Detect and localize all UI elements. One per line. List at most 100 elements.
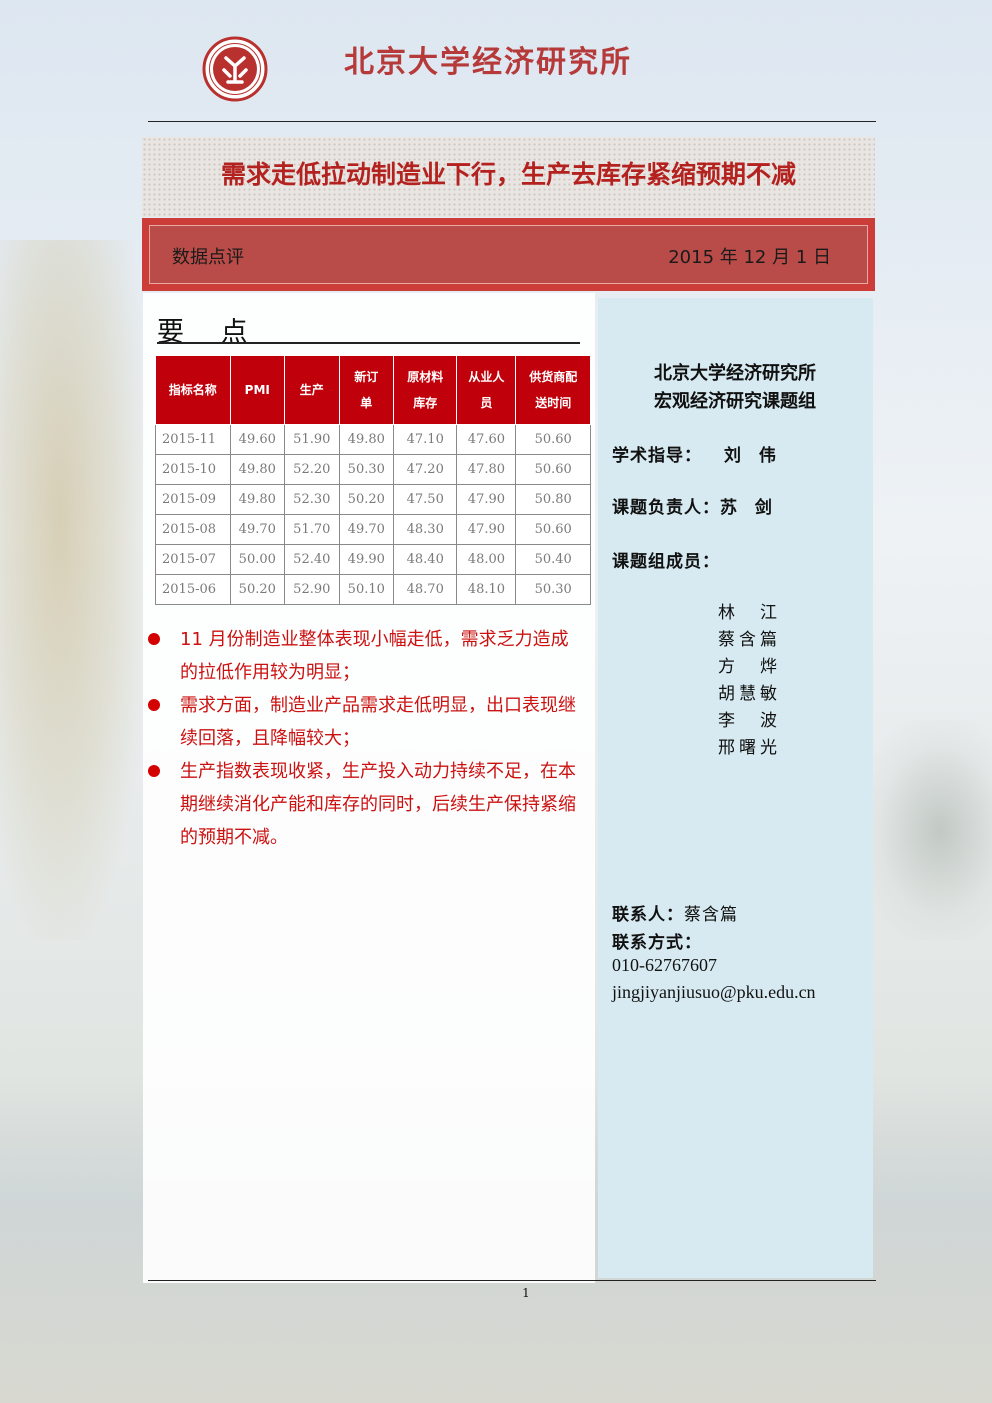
bullet-text: 11 月份制造业整体表现小幅走低，需求乏力造成的拉低作用较为明显； xyxy=(180,629,569,683)
table-cell-value: 48.00 xyxy=(456,544,517,575)
key-points-list: 11 月份制造业整体表现小幅走低，需求乏力造成的拉低作用较为明显； 需求方面，制造… xyxy=(145,623,585,854)
table-cell-value: 50.20 xyxy=(338,484,395,515)
bullet-dot-icon xyxy=(148,633,160,645)
list-item: 11 月份制造业整体表现小幅走低，需求乏力造成的拉低作用较为明显； xyxy=(145,623,585,689)
contact-phone: 010-62767607 xyxy=(612,955,717,975)
table-cell-value: 50.80 xyxy=(515,484,591,515)
lead-name: 苏 剑 xyxy=(720,498,778,518)
pmi-data-table: 指标名称 PMI 生产 新订单原材料 库存 从业人员供货商配 送时间 2015-11 49.6… xyxy=(155,355,591,605)
table-cell-value: 48.10 xyxy=(456,574,517,605)
contact-name: 蔡含篇 xyxy=(684,905,738,925)
bullet-text: 生产指数表现收紧，生产投入动力持续不足，在本期继续消化产能和库存的同时，后续生产… xyxy=(180,761,576,848)
table-cell-value: 47.90 xyxy=(456,514,517,545)
table-cell-value: 47.60 xyxy=(456,424,517,455)
bullet-dot-icon xyxy=(148,699,160,711)
page-number: 1 xyxy=(522,1286,530,1300)
table-cell-value: 50.60 xyxy=(515,424,591,455)
table-cell-value: 50.40 xyxy=(515,544,591,575)
table-row: 2015-07 50.00 52.40 49.90 48.40 48.00 50.40 xyxy=(155,544,591,575)
table-cell-month: 2015-08 xyxy=(155,514,231,545)
contact-email[interactable]: jingjiyanjiusuo@pku.edu.cn xyxy=(612,982,816,1003)
bullet-dot-icon xyxy=(148,765,160,777)
table-cell-value: 50.60 xyxy=(515,454,591,485)
table-cell-value: 49.70 xyxy=(338,514,395,545)
table-cell-value: 49.80 xyxy=(229,484,286,515)
table-header-cell: 供货商配 送时间 xyxy=(515,355,591,425)
advisor-label: 学术指导： xyxy=(612,446,702,466)
table-cell-value: 50.60 xyxy=(515,514,591,545)
org-name-line1: 北京大学经济研究所 xyxy=(654,363,816,384)
lead-label: 课题负责人： xyxy=(612,498,720,518)
member-name: 方 烨 xyxy=(718,657,781,677)
table-cell-value: 49.90 xyxy=(338,544,395,575)
table-header-text: 新订 xyxy=(354,370,379,384)
table-cell-month: 2015-10 xyxy=(155,454,231,485)
table-cell-value: 49.80 xyxy=(229,454,286,485)
members-label: 课题组成员： xyxy=(612,552,720,572)
report-date: 2015 年 12 月 1 日 xyxy=(668,247,831,268)
table-header-cell: 从业人员 xyxy=(456,355,517,425)
member-name: 李 波 xyxy=(718,711,781,731)
member-name: 胡慧敏 xyxy=(718,684,781,704)
table-cell-value: 50.30 xyxy=(338,454,395,485)
table-body: 2015-11 49.60 51.90 49.80 47.10 47.60 50.60 201… xyxy=(155,424,591,605)
report-category: 数据点评 xyxy=(172,247,244,268)
table-header-text: 单 xyxy=(360,396,373,410)
table-cell-value: 50.20 xyxy=(229,574,286,605)
table-header-text: PMI xyxy=(244,383,270,397)
table-header-text: 供货商配 xyxy=(529,370,578,384)
lead-row: 课题负责人：苏 剑 xyxy=(612,493,778,518)
table-cell-value: 49.60 xyxy=(229,424,286,455)
table-header-cell: 原材料 库存 xyxy=(393,355,458,425)
table-cell-month: 2015-06 xyxy=(155,574,231,605)
member-list: 林 江蔡含篇方 烨胡慧敏李 波邢曙光 xyxy=(718,600,781,762)
table-cell-value: 52.40 xyxy=(284,544,340,575)
table-row: 2015-08 49.70 51.70 49.70 48.30 47.90 50.60 xyxy=(155,514,591,545)
footer-divider xyxy=(148,1280,876,1281)
contact-label: 联系人： xyxy=(612,905,684,925)
report-title: 需求走低拉动制造业下行，生产去库存紧缩预期不减 xyxy=(220,160,796,189)
table-header-text: 原材料 xyxy=(407,370,444,384)
list-item: 需求方面，制造业产品需求走低明显，出口表现继续回落，且降幅较大； xyxy=(145,689,585,755)
table-cell-value: 47.20 xyxy=(393,454,458,485)
list-item: 生产指数表现收紧，生产投入动力持续不足，在本期继续消化产能和库存的同时，后续生产… xyxy=(145,755,585,854)
peking-university-seal-icon xyxy=(202,36,268,102)
table-header-cell: 新订单 xyxy=(338,355,395,425)
report-info-bar: 数据点评 2015 年 12 月 1 日 xyxy=(142,218,875,291)
institute-name: 北京大学经济研究所 xyxy=(344,45,632,80)
background-tree-right xyxy=(862,720,992,940)
table-cell-month: 2015-09 xyxy=(155,484,231,515)
table-row: 2015-06 50.20 52.90 50.10 48.70 48.10 50.30 xyxy=(155,574,591,605)
table-header-text: 库存 xyxy=(413,396,438,410)
table-cell-value: 47.90 xyxy=(456,484,517,515)
table-cell-month: 2015-07 xyxy=(155,544,231,575)
table-cell-value: 50.00 xyxy=(229,544,286,575)
title-band: 需求走低拉动制造业下行，生产去库存紧缩预期不减 xyxy=(142,137,875,217)
table-row: 2015-11 49.60 51.90 49.80 47.10 47.60 50.60 xyxy=(155,424,591,455)
org-name-line2: 宏观经济研究课题组 xyxy=(654,391,816,412)
table-cell-value: 51.70 xyxy=(284,514,340,545)
table-cell-value: 51.90 xyxy=(284,424,340,455)
advisor-row: 学术指导： 刘 伟 xyxy=(612,441,782,466)
header-divider xyxy=(148,121,876,122)
report-info-inner: 数据点评 2015 年 12 月 1 日 xyxy=(149,225,868,284)
table-cell-value: 50.30 xyxy=(515,574,591,605)
table-header-text: 生产 xyxy=(299,383,324,397)
key-points-underline xyxy=(157,342,580,344)
table-cell-value: 50.10 xyxy=(338,574,395,605)
table-cell-value: 48.40 xyxy=(393,544,458,575)
table-header-text: 送时间 xyxy=(535,396,572,410)
table-header-text: 指标名称 xyxy=(168,383,217,397)
advisor-name: 刘 伟 xyxy=(724,446,782,466)
table-header-text: 员 xyxy=(480,396,493,410)
table-row: 2015-09 49.80 52.30 50.20 47.50 47.90 50.80 xyxy=(155,484,591,515)
sidebar-org: 北京大学经济研究所 宏观经济研究课题组 xyxy=(610,360,860,416)
bullet-text: 需求方面，制造业产品需求走低明显，出口表现继续回落，且降幅较大； xyxy=(180,695,576,749)
table-cell-value: 48.70 xyxy=(393,574,458,605)
table-cell-value: 47.50 xyxy=(393,484,458,515)
table-row: 2015-10 49.80 52.20 50.30 47.20 47.80 50.60 xyxy=(155,454,591,485)
table-header-cell: 指标名称 xyxy=(155,355,231,425)
table-cell-value: 52.90 xyxy=(284,574,340,605)
table-cell-value: 48.30 xyxy=(393,514,458,545)
contact-row: 联系人：蔡含篇 xyxy=(612,900,738,925)
